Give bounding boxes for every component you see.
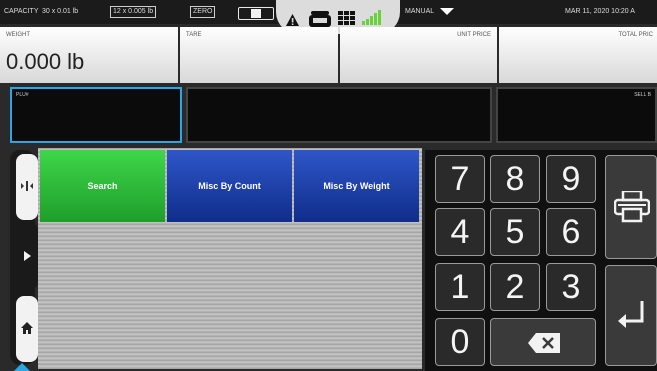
key-6[interactable]: 6 — [546, 208, 596, 256]
sell-by-label: SELL B — [634, 92, 651, 98]
unit-price-panel[interactable]: UNIT PRICE — [340, 27, 497, 83]
enter-icon — [618, 301, 644, 328]
key-1[interactable]: 1 — [435, 263, 485, 311]
weight-panel: WEIGHT 0.000 lb — [0, 27, 178, 83]
misc-by-weight-label: Misc By Weight — [323, 181, 390, 191]
total-price-panel: TOTAL PRIC — [499, 27, 657, 83]
weight-value: 0.000 lb — [6, 49, 85, 74]
key-8[interactable]: 8 — [490, 155, 540, 203]
home-button[interactable] — [16, 296, 38, 362]
tare-panel[interactable]: TARE — [180, 27, 338, 83]
home-icon — [21, 322, 33, 334]
backspace-icon — [528, 333, 560, 353]
capacity-label: CAPACITY — [4, 8, 39, 15]
enter-button[interactable] — [605, 265, 657, 366]
misc-by-count-label: Misc By Count — [198, 181, 261, 191]
plu-input[interactable]: PLU# — [10, 87, 182, 143]
mode-label: MANUAL — [405, 8, 435, 15]
search-button[interactable]: Search — [40, 150, 165, 222]
key-4[interactable]: 4 — [435, 208, 485, 256]
scale-icon — [309, 11, 331, 27]
drawer-pointer-icon — [14, 363, 30, 371]
printer-icon — [614, 191, 650, 223]
zero-indicator: ZERO — [190, 6, 216, 18]
split-arrows-icon — [21, 181, 33, 191]
grid-icon — [338, 11, 355, 25]
print-button[interactable] — [605, 155, 657, 259]
total-price-label: TOTAL PRIC — [618, 32, 653, 38]
mode-dropdown-icon[interactable] — [440, 8, 454, 15]
plu-label: PLU# — [16, 92, 29, 98]
numeric-keypad: 7 8 9 4 5 6 1 2 3 0 — [425, 150, 657, 371]
key-9[interactable]: 9 — [546, 155, 596, 203]
misc-by-count-button[interactable]: Misc By Count — [167, 150, 292, 222]
misc-by-weight-button[interactable]: Misc By Weight — [294, 150, 419, 222]
signal-icon — [362, 10, 381, 25]
datetime: MAR 11, 2020 10:20 A — [565, 8, 635, 15]
key-0[interactable]: 0 — [435, 318, 485, 366]
sidebar-expand-button[interactable] — [16, 222, 38, 290]
sell-by-field[interactable]: SELL B — [496, 87, 657, 143]
capacity-value: 30 x 0.01 lb — [42, 8, 79, 15]
chevron-right-icon — [24, 251, 31, 261]
weight-label: WEIGHT — [6, 32, 30, 38]
toggle-knob — [251, 9, 261, 18]
tare-label: TARE — [186, 32, 202, 38]
warning-icon — [286, 14, 299, 26]
backspace-button[interactable] — [490, 318, 596, 366]
description-field[interactable] — [186, 87, 492, 143]
key-7[interactable]: 7 — [435, 155, 485, 203]
key-3[interactable]: 3 — [546, 263, 596, 311]
unit-price-label: UNIT PRICE — [457, 32, 491, 38]
search-label: Search — [87, 181, 118, 191]
work-area: Search Misc By Count Misc By Weight — [38, 148, 422, 369]
sidebar-toggle-button[interactable] — [16, 154, 38, 220]
unit-toggle[interactable] — [238, 7, 274, 20]
division-value: 12 x 0.005 lb — [110, 6, 157, 18]
key-2[interactable]: 2 — [490, 263, 540, 311]
key-5[interactable]: 5 — [490, 208, 540, 256]
